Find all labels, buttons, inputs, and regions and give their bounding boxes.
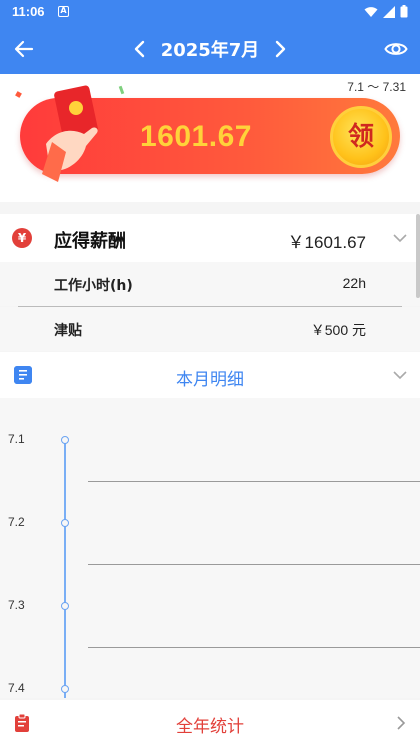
year-stats-row[interactable]: 全年统计	[0, 700, 420, 746]
allowance-label: 津贴	[54, 323, 82, 339]
eye-icon[interactable]	[384, 37, 408, 61]
battery-icon	[400, 5, 408, 18]
next-month-icon[interactable]	[270, 38, 290, 60]
hours-row: 工作小时(h) 22h	[0, 262, 420, 306]
timeline-separator	[88, 481, 420, 482]
salary-label: 应得薪酬	[54, 231, 126, 252]
hours-label: 工作小时(h)	[54, 278, 133, 294]
status-time: 11:06	[12, 4, 45, 19]
claim-button[interactable]: 领	[330, 106, 392, 168]
salary-value: ￥1601.67	[287, 233, 366, 252]
wifi-icon	[364, 6, 378, 17]
allowance-value: ￥500 元	[310, 322, 366, 338]
timeline-separator	[88, 647, 420, 648]
signal-icon	[383, 5, 395, 18]
monthly-detail-row[interactable]: 本月明细	[0, 352, 420, 398]
timeline-dot[interactable]	[61, 685, 69, 693]
timeline-date: 7.2	[8, 515, 25, 529]
status-bar: 11:06 A	[0, 0, 420, 24]
chevron-right-icon[interactable]	[394, 715, 408, 731]
chevron-down-icon[interactable]	[392, 367, 408, 383]
confetti-decoration	[15, 91, 22, 98]
allowance-row: 津贴 ￥500 元	[0, 307, 420, 351]
confetti-decoration	[118, 85, 125, 95]
monthly-detail-label: 本月明细	[176, 370, 244, 390]
timeline-dot[interactable]	[61, 602, 69, 610]
yen-icon: ¥	[12, 228, 32, 248]
red-envelope-icon	[42, 85, 98, 182]
chevron-down-icon[interactable]	[392, 230, 408, 246]
timeline-dot[interactable]	[61, 519, 69, 527]
claim-amount: 1601.67	[140, 120, 252, 153]
salary-banner: 7.1 ～ 7.31 1601.67 领	[0, 74, 420, 202]
notification-icon: A	[58, 6, 69, 17]
timeline: 7.1 7.2 7.3 7.4	[0, 398, 420, 698]
app-bar: 2025年7月	[0, 24, 420, 74]
hours-value: 22h	[342, 275, 366, 291]
timeline-separator	[88, 564, 420, 565]
year-stats-label: 全年统计	[176, 717, 244, 737]
timeline-date: 7.1	[8, 432, 25, 446]
timeline-date: 7.3	[8, 598, 25, 612]
date-range: 7.1 ～ 7.31	[347, 80, 406, 94]
timeline-date: 7.4	[8, 681, 25, 695]
scrollbar[interactable]	[416, 214, 420, 298]
salary-row[interactable]: ¥ 应得薪酬 ￥1601.67	[0, 214, 420, 262]
timeline-dot[interactable]	[61, 436, 69, 444]
timeline-line	[64, 440, 66, 698]
system-icons	[364, 5, 408, 18]
month-title: 2025年7月	[160, 40, 260, 61]
